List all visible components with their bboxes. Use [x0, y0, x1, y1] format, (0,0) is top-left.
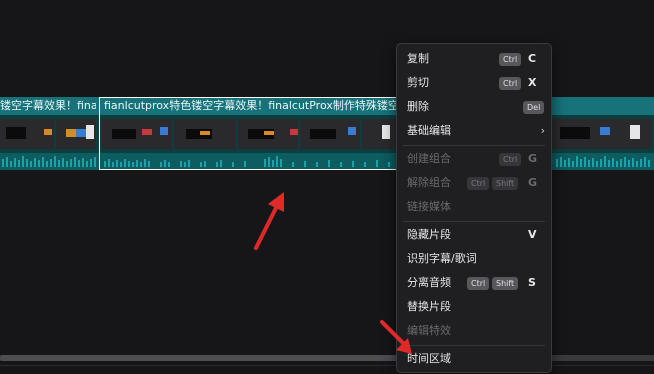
menu-item-label: 基础编辑: [407, 124, 451, 137]
selected-clip-outline[interactable]: [99, 97, 399, 170]
menu-separator: [403, 221, 545, 222]
menu-item-recognize-subtitles[interactable]: 识别字幕/歌词: [397, 248, 551, 272]
shortcut-key: Ctrl: [499, 53, 522, 66]
shortcut-letter: G: [528, 176, 538, 189]
shortcut-key: Ctrl: [499, 77, 522, 90]
menu-item-label: 分离音频: [407, 276, 451, 289]
timeline-panel[interactable]: A A A A A A A 镂空字幕效果！finalcut fianlcutpr…: [0, 0, 654, 374]
shortcut-letter: V: [528, 228, 537, 241]
shortcut-letter: C: [528, 52, 537, 65]
menu-item-edit-effects[interactable]: 编辑特效: [397, 320, 551, 344]
menu-item-link-media[interactable]: 链接媒体: [397, 196, 551, 220]
menu-item-label: 解除组合: [407, 176, 451, 189]
menu-item-hide-clip[interactable]: 隐藏片段 V: [397, 224, 551, 248]
shortcut-letter: G: [528, 152, 538, 165]
annotation-arrow-up: [254, 192, 284, 250]
shortcut-key: Shift: [492, 177, 519, 190]
menu-separator: [403, 145, 545, 146]
menu-item-label: 创建组合: [407, 152, 451, 165]
shortcut-key: Ctrl: [499, 153, 522, 166]
text-clip-left[interactable]: 镂空字幕效果！finalcut: [0, 97, 96, 115]
menu-item-label: 替换片段: [407, 300, 451, 313]
context-menu: 复制 Ctrl C 剪切 Ctrl X 删除 Del 基础编辑 › 创建组合 C…: [396, 43, 552, 373]
menu-item-label: 删除: [407, 100, 429, 113]
menu-item-time-region[interactable]: 时间区域: [397, 348, 551, 372]
menu-item-basic-edit[interactable]: 基础编辑 ›: [397, 120, 551, 144]
divider: [0, 365, 654, 366]
shortcut-key: Del: [523, 101, 545, 114]
menu-separator: [403, 345, 545, 346]
timeline-scrollbar-thumb[interactable]: [0, 355, 398, 361]
shortcut-key: Ctrl: [467, 177, 490, 190]
menu-item-label: 复制: [407, 52, 429, 65]
menu-item-label: 链接媒体: [407, 200, 451, 213]
shortcut-key: Ctrl: [467, 277, 490, 290]
shortcut-letter: X: [528, 76, 537, 89]
shortcut-letter: S: [528, 276, 536, 289]
menu-item-delete[interactable]: 删除 Del: [397, 96, 551, 120]
menu-item-create-group[interactable]: 创建组合 Ctrl G: [397, 148, 551, 172]
menu-item-label: 隐藏片段: [407, 228, 451, 241]
audio-marker-row: A A A A A A A: [0, 62, 654, 154]
menu-item-label: 时间区域: [407, 352, 451, 365]
menu-item-cut[interactable]: 剪切 Ctrl X: [397, 72, 551, 96]
menu-item-ungroup[interactable]: 解除组合 Ctrl Shift G: [397, 172, 551, 196]
menu-item-detach-audio[interactable]: 分离音频 Ctrl Shift S: [397, 272, 551, 296]
menu-item-label: 剪切: [407, 76, 429, 89]
shortcut-key: Shift: [492, 277, 519, 290]
menu-item-replace-clip[interactable]: 替换片段: [397, 296, 551, 320]
menu-item-copy[interactable]: 复制 Ctrl C: [397, 48, 551, 72]
menu-item-label: 编辑特效: [407, 324, 451, 337]
menu-item-label: 识别字幕/歌词: [407, 252, 477, 265]
chevron-right-icon: ›: [540, 124, 545, 137]
